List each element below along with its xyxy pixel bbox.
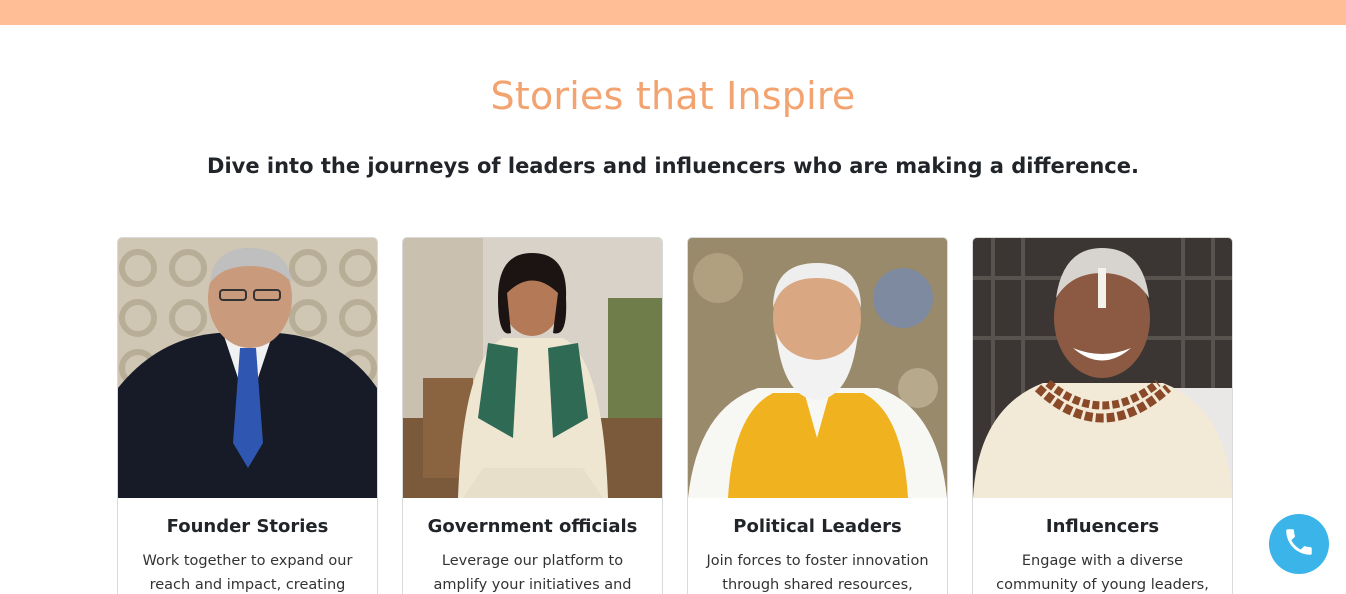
section-title: Stories that Inspire	[490, 74, 856, 118]
political-leader-photo	[688, 238, 947, 498]
top-header-bar	[0, 0, 1346, 25]
card-text: Engage with a diverse community of young…	[996, 553, 1209, 593]
phone-icon	[1282, 525, 1316, 563]
story-card-government[interactable]: Government officials Leverage our platfo…	[402, 237, 663, 594]
story-card-influencers[interactable]: Influencers Engage with a diverse commun…	[972, 237, 1233, 594]
card-title: Founder Stories	[166, 516, 329, 537]
card-title: Political Leaders	[733, 516, 902, 537]
card-text: Join forces to foster innovation through…	[706, 553, 929, 593]
call-button[interactable]	[1269, 514, 1329, 574]
card-text: Leverage our platform to amplify your in…	[433, 553, 632, 593]
card-text: Work together to expand our reach and im…	[142, 553, 353, 593]
story-card-founder[interactable]: Founder Stories Work together to expand …	[117, 237, 378, 594]
story-card-political[interactable]: Political Leaders Join forces to foster …	[687, 237, 948, 594]
card-title: Government officials	[427, 516, 638, 537]
section-subtitle: Dive into the journeys of leaders and in…	[207, 154, 1139, 178]
government-official-photo	[403, 238, 662, 498]
card-title: Influencers	[1045, 516, 1160, 537]
influencer-photo	[973, 238, 1232, 498]
founder-photo	[118, 238, 377, 498]
